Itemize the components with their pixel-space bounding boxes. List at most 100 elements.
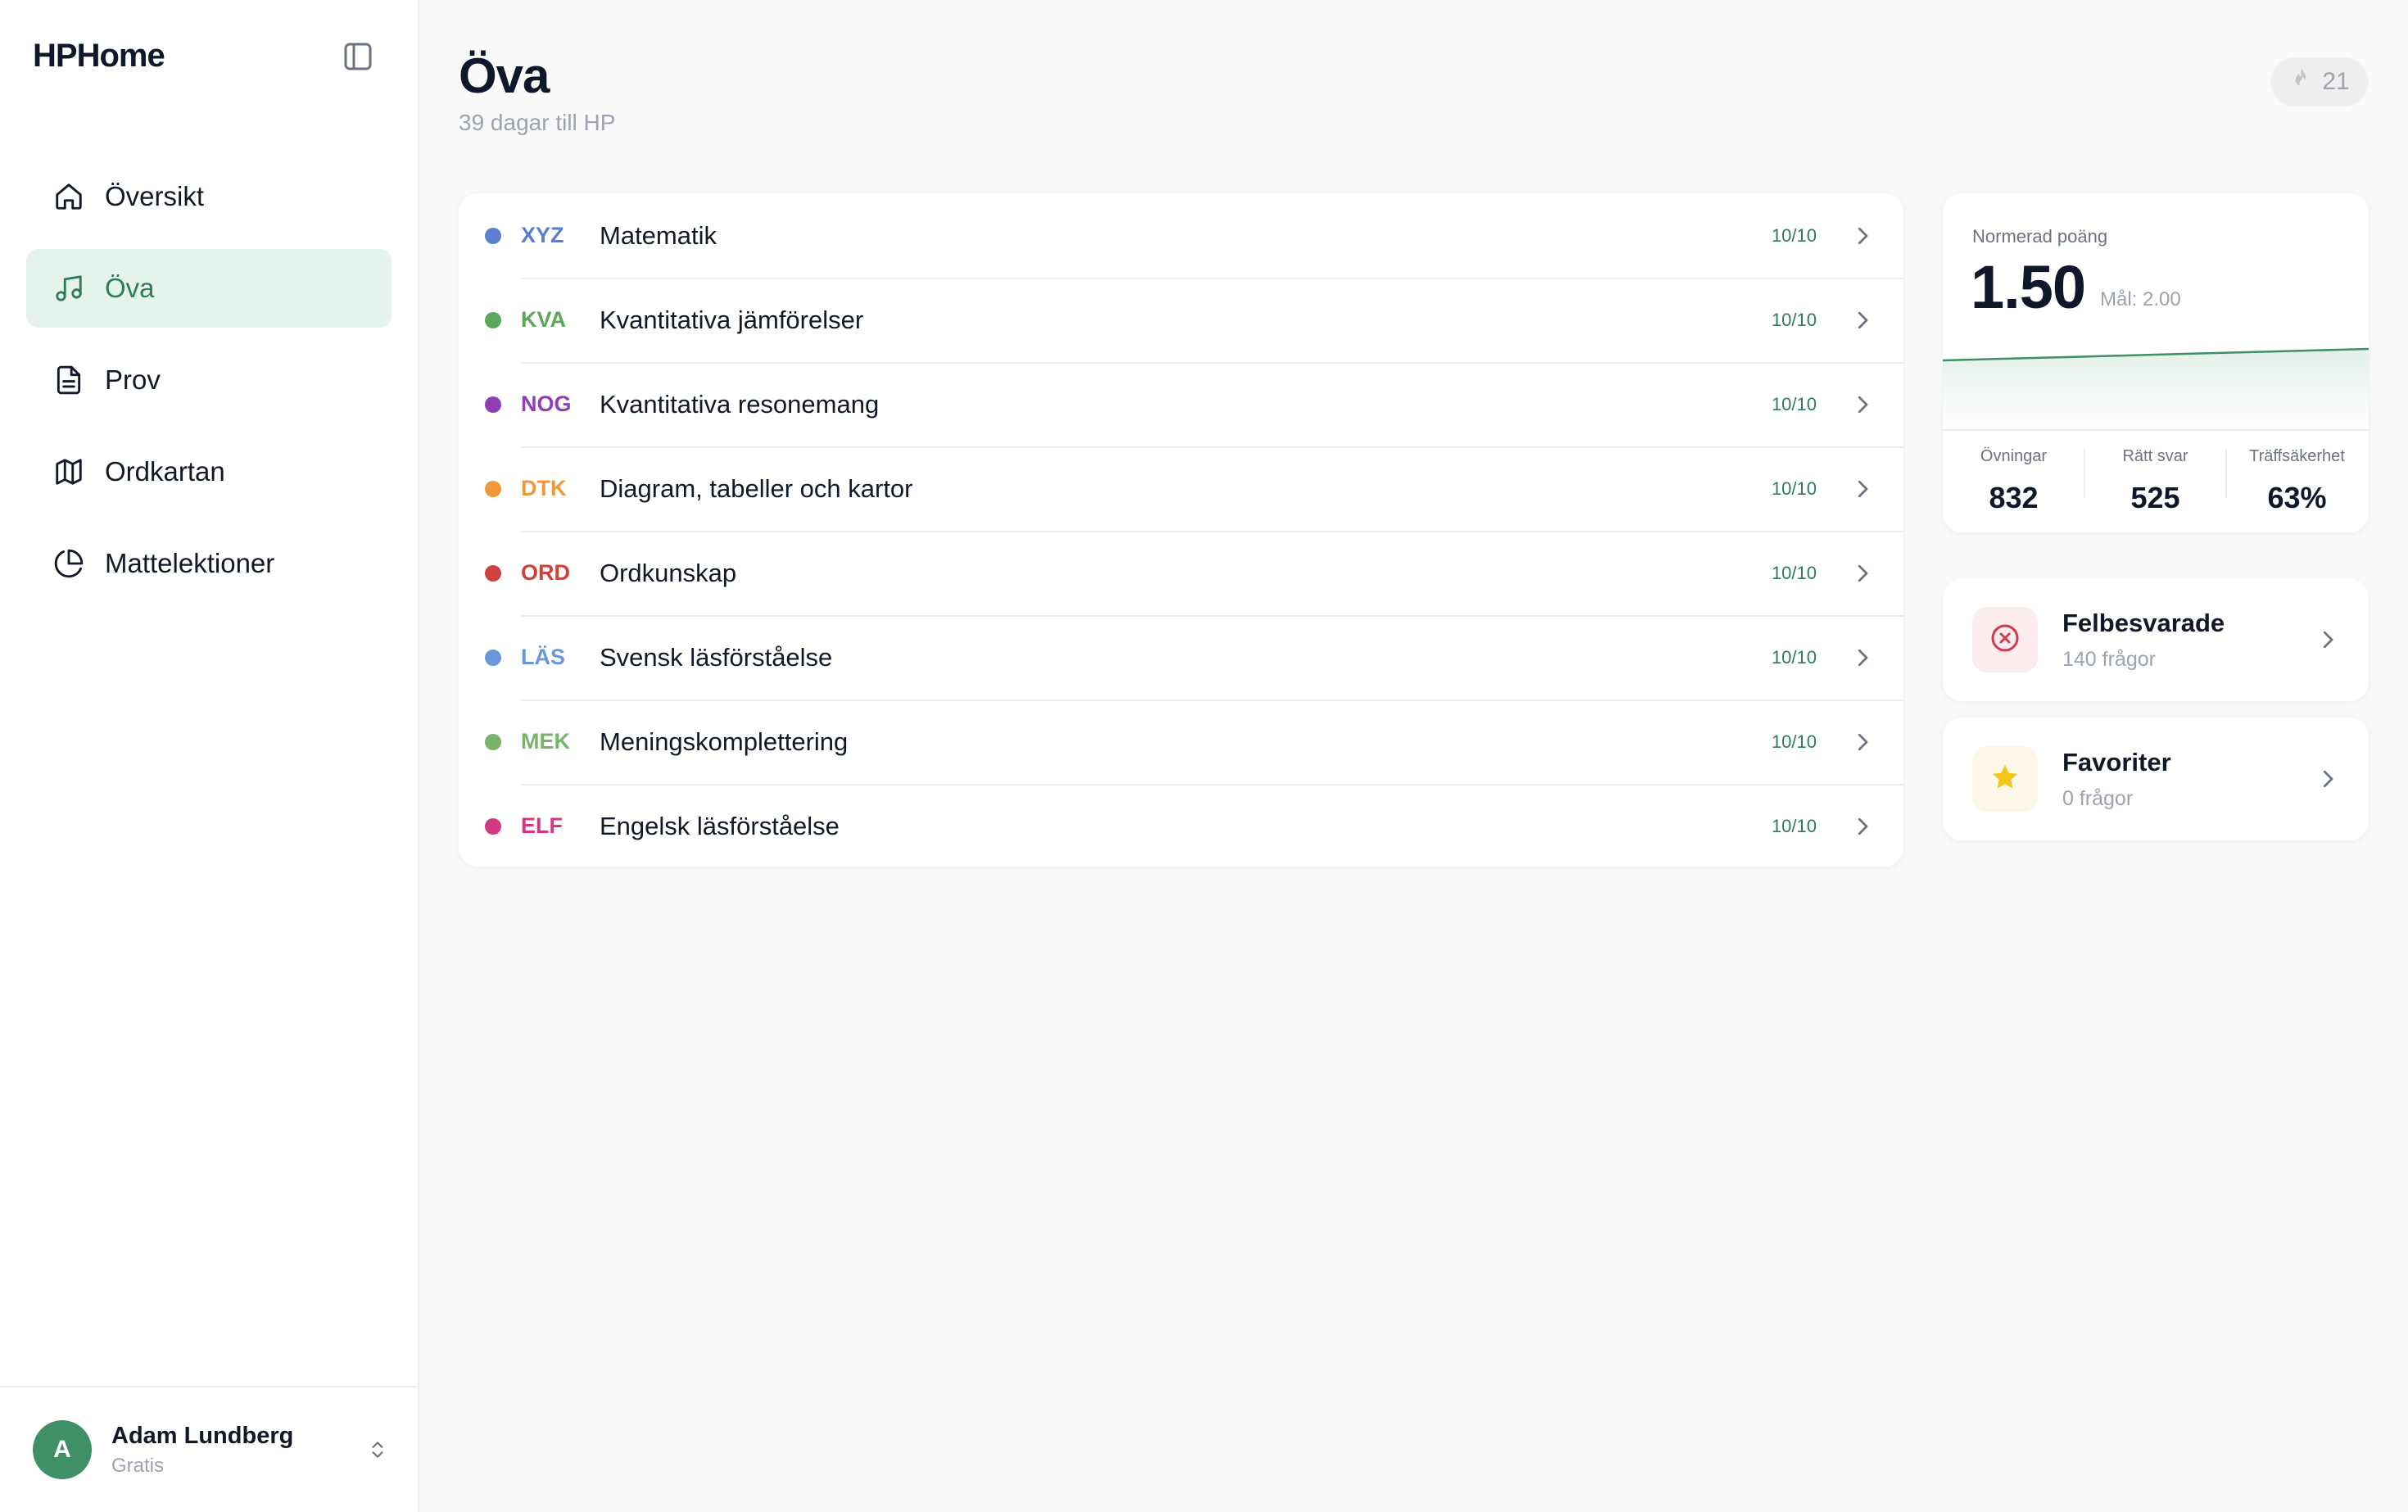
section-code: ELF [521,813,563,838]
section-score: 10/10 [1771,478,1817,499]
page-subtitle: 39 dagar till HP [459,110,616,135]
stat-label: Träffsäkerhet [2249,447,2345,465]
section-row-dtk[interactable]: DTK Diagram, tabeller och kartor 10/10 [459,446,1903,531]
section-row-las[interactable]: LÄS Svensk läsförståelse 10/10 [459,615,1903,699]
streak-badge[interactable]: 21 [2270,57,2369,106]
section-code: DTK [521,476,567,500]
stat-ratt-svar: Rätt svar 525 [2084,447,2226,515]
section-score: 10/10 [1771,224,1817,246]
stat-label: Rätt svar [2122,447,2188,465]
sidebar-item-label: Mattelektioner [105,548,275,578]
sidebar-item-ordkartan[interactable]: Ordkartan [26,432,392,511]
section-row-kva[interactable]: KVA Kvantitativa jämförelser 10/10 [459,278,1903,362]
section-list: XYZ Matematik 10/10 KVA Kvantitativa jäm… [459,193,1903,867]
user-menu[interactable]: A Adam Lundberg Gratis [33,1419,390,1481]
stat-value: 63% [2267,481,2327,514]
score-divider [1943,429,2369,431]
sidebar-item-ova[interactable]: Öva [26,249,392,328]
card-title: Felbesvarade [2062,608,2225,637]
sidebar-item-prov[interactable]: Prov [26,341,392,419]
star-icon [1989,762,2021,797]
section-name: Diagram, tabeller och kartor [600,473,913,503]
section-name: Kvantitativa resonemang [600,389,880,419]
section-code: ORD [521,560,570,585]
favoriter-card[interactable]: Favoriter 0 frågor [1943,718,2369,840]
sidebar-panel-icon [342,40,374,77]
score-goal: Mål: 2.00 [2100,288,2181,310]
chevron-right-icon [2311,627,2344,652]
avatar: A [33,1420,92,1479]
section-code: NOG [521,392,572,416]
section-code: XYZ [521,223,564,247]
sidebar-item-oversikt[interactable]: Översikt [26,157,392,236]
section-color-dot [485,564,501,582]
pie-chart-icon [52,547,85,580]
stat-value: 832 [1989,481,2039,514]
card-icon-box [1972,607,2038,672]
section-row-ord[interactable]: ORD Ordkunskap 10/10 [459,531,1903,615]
section-name: Svensk läsförståelse [600,642,833,672]
chevron-right-icon [2311,767,2344,791]
home-icon [52,180,85,213]
streak-count: 21 [2322,68,2350,95]
stat-traffsakerhet: Träffsäkerhet 63% [2226,447,2368,515]
chevron-right-icon [1846,641,1879,674]
section-row-xyz[interactable]: XYZ Matematik 10/10 [459,193,1903,278]
stat-ovningar: Övningar 832 [1943,447,2084,515]
score-label: Normerad poäng [1972,226,2108,247]
section-name: Ordkunskap [600,558,737,587]
section-code: LÄS [521,645,565,669]
section-score: 10/10 [1771,562,1817,583]
section-score: 10/10 [1771,731,1817,752]
section-name: Matematik [600,220,717,250]
app-logo: HPHome [33,38,165,74]
section-color-dot [485,396,501,413]
section-row-mek[interactable]: MEK Meningskomplettering 10/10 [459,699,1903,784]
score-value: 1.50 [1971,253,2086,321]
sidebar-item-label: Översikt [105,181,205,211]
sidebar-item-label: Öva [105,273,155,303]
section-color-dot [485,227,501,244]
section-row-elf[interactable]: ELF Engelsk läsförståelse 10/10 [459,784,1903,867]
stat-label: Övningar [1980,447,2048,465]
chevron-right-icon [1846,220,1879,252]
user-plan: Gratis [111,1454,165,1477]
section-score: 10/10 [1771,815,1817,836]
chevron-right-icon [1846,726,1879,758]
page-title: Öva [459,48,550,103]
score-card: Normerad poäng 1.50 Mål: 2.00 Övningar 8… [1943,193,2369,532]
sidebar-nav: Översikt Öva Prov Ordkartan Mattelektion… [26,157,392,616]
chevron-right-icon [1846,304,1879,337]
chevron-up-down-icon [365,1439,390,1460]
sidebar-item-label: Ordkartan [105,456,225,487]
section-row-nog[interactable]: NOG Kvantitativa resonemang 10/10 [459,362,1903,446]
section-code: KVA [521,307,567,332]
section-name: Engelsk läsförståelse [600,811,840,840]
section-color-dot [485,817,501,835]
card-subtitle: 140 frågor [2062,647,2156,671]
section-score: 10/10 [1771,393,1817,414]
sidebar-item-mattelektioner[interactable]: Mattelektioner [26,524,392,603]
sidebar-divider [0,1386,418,1388]
x-circle-icon [1989,622,2021,659]
score-sparkline [1943,347,2369,431]
section-name: Meningskomplettering [600,727,849,756]
card-subtitle: 0 frågor [2062,786,2134,810]
section-score: 10/10 [1771,309,1817,330]
card-icon-box [1972,746,2038,812]
felbesvarade-card[interactable]: Felbesvarade 140 frågor [1943,578,2369,701]
chevron-right-icon [1846,557,1879,590]
section-name: Kvantitativa jämförelser [600,305,864,334]
document-icon [52,364,85,396]
section-score: 10/10 [1771,646,1817,668]
section-color-dot [485,649,501,666]
section-color-dot [485,311,501,328]
sidebar: HPHome Översikt Öva Prov Ordkartan Matte… [0,0,419,1512]
sidebar-toggle-button[interactable] [337,38,378,79]
section-color-dot [485,733,501,750]
section-code: MEK [521,729,570,754]
stat-value: 525 [2130,481,2180,514]
map-icon [52,455,85,488]
chevron-right-icon [1846,810,1879,843]
user-name: Adam Lundberg [111,1422,294,1449]
